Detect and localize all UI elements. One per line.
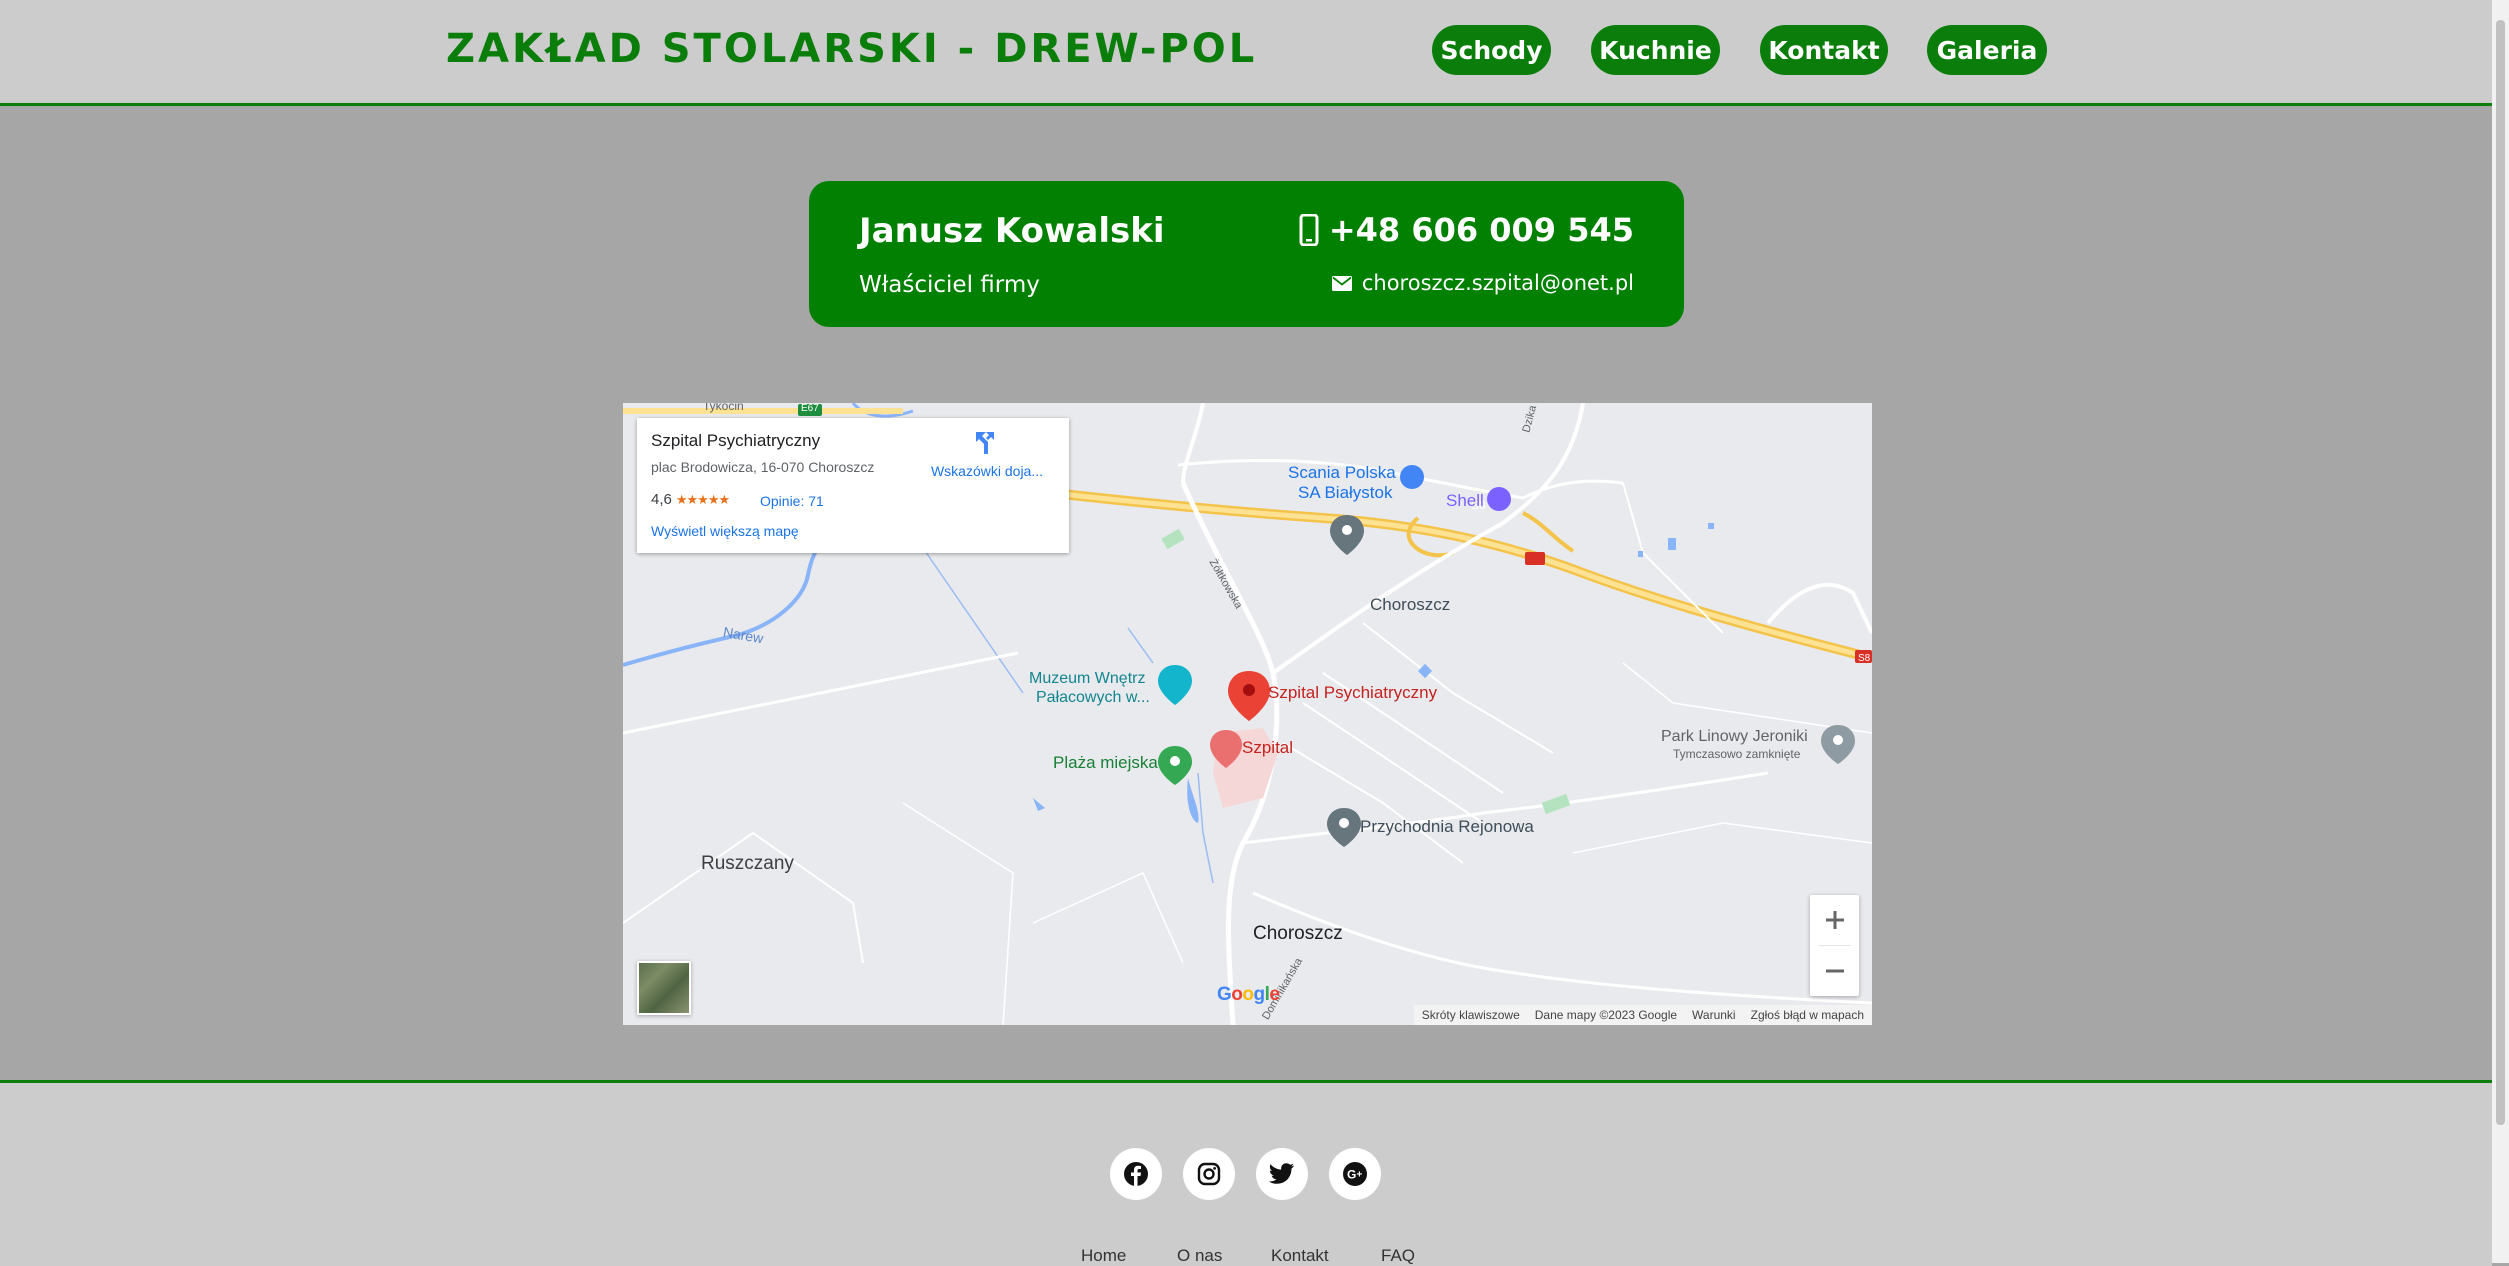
owner-role: Właściciel firmy (859, 272, 1040, 298)
map-label-scania-2: SA Białystok (1298, 483, 1393, 502)
phone-number[interactable]: +48 606 009 545 (1329, 211, 1634, 249)
reviews-link[interactable]: Opinie: 71 (760, 493, 824, 509)
nav-kuchnie-button[interactable]: Kuchnie (1591, 25, 1720, 75)
map-label-szpital-psychiatryczny[interactable]: Szpital Psychiatryczny (1268, 683, 1437, 703)
map-label-tykocin: Tykocin (703, 403, 744, 413)
satellite-view-toggle[interactable] (637, 961, 691, 1015)
map-label-park-2: Tymczasowo zamknięte (1673, 747, 1801, 761)
scrollbar-thumb[interactable] (2496, 20, 2505, 1125)
map-label-plaza: Plaża miejska (1053, 753, 1158, 772)
zoom-in-button[interactable] (1810, 895, 1859, 945)
nav-schody-button[interactable]: Schody (1432, 25, 1551, 75)
email-row[interactable]: choroszcz.szpital@onet.pl (1331, 271, 1634, 295)
page-scrollbar[interactable] (2492, 0, 2509, 1263)
rating-stars-icon: ★★★★★ (675, 491, 730, 507)
site-header: ZAKŁAD STOLARSKI - DREW-POL Schody Kuchn… (0, 0, 2492, 106)
map-label-muzeum: Muzeum Wnętrz (1029, 670, 1146, 687)
view-larger-map-link[interactable]: Wyświetl większą mapę (651, 523, 799, 539)
instagram-icon (1197, 1162, 1221, 1186)
map-label-e67: E67 (801, 403, 819, 414)
zoom-out-button[interactable] (1810, 946, 1859, 996)
rating-value: 4,6 (651, 491, 672, 508)
map-label-choroszcz-poi: Choroszcz (1370, 595, 1451, 614)
terms-link[interactable]: Warunki (1692, 1008, 1736, 1022)
google-logo: Google (1217, 984, 1280, 1005)
facebook-link[interactable] (1110, 1148, 1162, 1200)
svg-text:+: + (1357, 1170, 1363, 1181)
map-label-s8b: S8 (1858, 653, 1871, 664)
mobile-phone-icon (1299, 214, 1319, 246)
minus-icon (1825, 969, 1844, 973)
place-info-card: Szpital Psychiatryczny plac Brodowicza, … (637, 418, 1069, 553)
svg-text:G: G (1347, 1168, 1356, 1182)
footer-link-home[interactable]: Home (1081, 1246, 1126, 1266)
map-data-text: Dane mapy ©2023 Google (1534, 1008, 1678, 1022)
owner-name: Janusz Kowalski (859, 211, 1165, 251)
map-label-shell: Shell (1446, 491, 1484, 510)
map-label-park: Park Linowy Jeroniki (1661, 728, 1808, 745)
phone-row[interactable]: +48 606 009 545 (1299, 211, 1634, 249)
twitter-link[interactable] (1256, 1148, 1308, 1200)
map-attribution-bar: Skróty klawiszowe Dane mapy ©2023 Google… (1413, 1005, 1872, 1025)
email-address[interactable]: choroszcz.szpital@onet.pl (1362, 271, 1634, 295)
directions-icon[interactable] (972, 430, 998, 456)
map-label-przychodnia: Przychodnia Rejonowa (1360, 817, 1534, 836)
place-address: plac Brodowicza, 16-070 Choroszcz (651, 459, 875, 475)
map-label-choroszcz-town: Choroszcz (1253, 923, 1343, 944)
nav-galeria-button[interactable]: Galeria (1927, 25, 2047, 75)
google-map-embed[interactable]: S8 S8 E67 Tykocin Scania Polska SA Biały… (623, 403, 1872, 1025)
map-label-szpital: Szpital (1242, 738, 1294, 757)
map-label-scania: Scania Polska (1288, 463, 1396, 482)
nav-kontakt-button[interactable]: Kontakt (1760, 25, 1888, 75)
twitter-icon (1269, 1163, 1294, 1184)
map-label-muzeum-2: Pałacowych w... (1036, 689, 1150, 706)
keyboard-shortcuts-link[interactable]: Skróty klawiszowe (1422, 1008, 1520, 1022)
instagram-link[interactable] (1183, 1148, 1235, 1200)
footer-link-faq[interactable]: FAQ (1381, 1246, 1415, 1266)
directions-link[interactable]: Wskazówki doja... (922, 463, 1052, 479)
brand-title[interactable]: ZAKŁAD STOLARSKI - DREW-POL (446, 26, 1257, 72)
footer-link-contact[interactable]: Kontakt (1271, 1246, 1329, 1266)
envelope-icon (1331, 275, 1352, 291)
google-plus-icon: G + (1343, 1162, 1367, 1186)
report-error-link[interactable]: Zgłoś błąd w mapach (1751, 1008, 1864, 1022)
zoom-control (1810, 895, 1859, 996)
place-title: Szpital Psychiatryczny (651, 431, 821, 450)
contact-card: Janusz Kowalski Właściciel firmy +48 606… (809, 181, 1684, 327)
plus-icon (1825, 911, 1844, 929)
place-rating: 4,6 ★★★★★ (651, 491, 730, 508)
map-label-ruszczany: Ruszczany (701, 853, 794, 874)
google-plus-link[interactable]: G + (1329, 1148, 1381, 1200)
facebook-icon (1124, 1162, 1148, 1186)
footer-link-about[interactable]: O nas (1177, 1246, 1222, 1266)
site-footer: G + Home O nas Kontakt FAQ (0, 1080, 2492, 1266)
